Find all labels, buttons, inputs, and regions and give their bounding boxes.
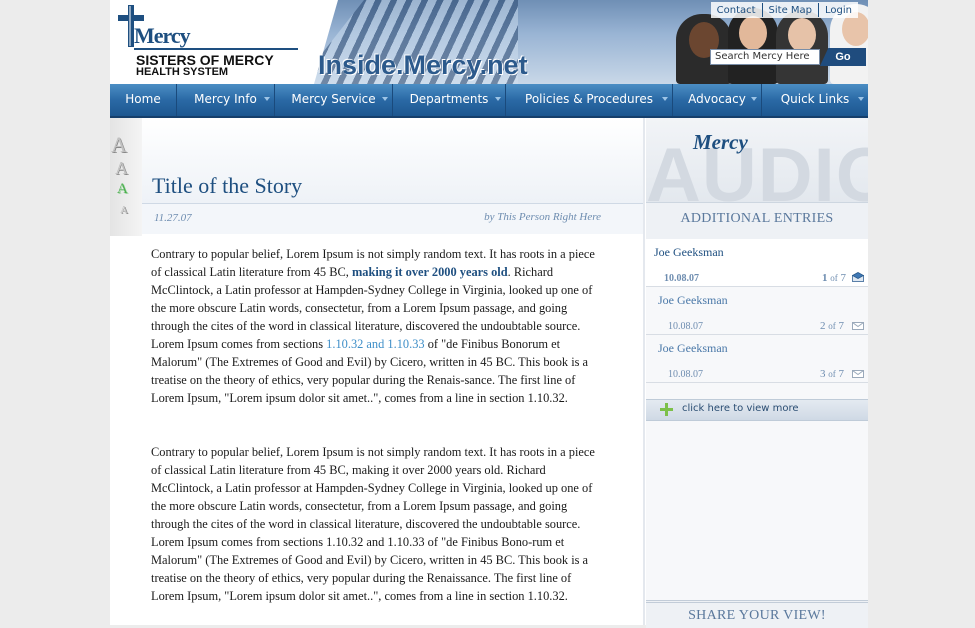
- entry-date: 10.08.07: [668, 321, 703, 332]
- entry-item[interactable]: Joe Geeksman 10.08.07 2 of 7: [646, 287, 868, 335]
- staff-photo: [728, 8, 778, 84]
- main-nav: Home Mercy Info Mercy Service Department…: [110, 84, 868, 118]
- share-your-view-bar[interactable]: SHARE YOUR VIEW!: [646, 600, 868, 628]
- font-size-medium-button[interactable]: A: [117, 181, 128, 198]
- article-paragraph: Contrary to popular belief, Lorem Ipsum …: [151, 245, 603, 407]
- story-byline: by This Person Right Here: [484, 211, 601, 223]
- go-button-label: Go: [835, 51, 851, 63]
- font-size-toolbar: A A A A: [110, 118, 142, 236]
- logo-subtitle-2: HEALTH SYSTEM: [136, 66, 229, 78]
- chevron-down-icon: [382, 97, 388, 101]
- envelope-icon[interactable]: [852, 320, 864, 330]
- share-your-view-title: SHARE YOUR VIEW!: [688, 608, 826, 623]
- nav-label: Mercy Service: [291, 92, 376, 106]
- page-title: Title of the Story: [152, 173, 303, 198]
- nav-quick-links[interactable]: Quick Links: [762, 84, 868, 116]
- audio-brand: Mercy: [693, 130, 748, 154]
- entry-author: Joe Geeksman: [658, 341, 728, 355]
- additional-entries-title: ADDITIONAL ENTRIES: [680, 211, 834, 226]
- entry-total: 7: [840, 272, 847, 284]
- inline-link[interactable]: making it over 2000 years old: [352, 265, 508, 279]
- entry-count: 3 of 7: [820, 368, 844, 380]
- chevron-down-icon: [264, 97, 270, 101]
- view-more-button[interactable]: click here to view more: [646, 399, 868, 421]
- chevron-down-icon: [495, 97, 501, 101]
- search-input[interactable]: Search Mercy Here: [710, 49, 820, 65]
- entry-author: Joe Geeksman: [654, 245, 724, 259]
- entry-date: 10.08.07: [668, 369, 703, 380]
- entry-number: 2: [820, 320, 826, 332]
- nav-mercy-info[interactable]: Mercy Info: [177, 84, 275, 116]
- entry-number: 1: [822, 272, 828, 284]
- chevron-down-icon: [751, 97, 757, 101]
- nav-label: Policies & Procedures: [525, 92, 653, 106]
- chevron-down-icon: [858, 97, 864, 101]
- audio-watermark: AUDIO: [646, 133, 868, 203]
- inline-link[interactable]: 1.10.32 and 1.10.33: [326, 337, 424, 351]
- mercy-audio-banner: AUDIO Mercy: [646, 118, 868, 202]
- nav-label: Mercy Info: [194, 92, 257, 106]
- article-paragraph: Contrary to popular belief, Lorem Ipsum …: [151, 445, 595, 603]
- sidebar: AUDIO Mercy ADDITIONAL ENTRIES Joe Geeks…: [646, 118, 868, 628]
- font-size-xlarge-button[interactable]: A: [111, 132, 127, 158]
- nav-mercy-service[interactable]: Mercy Service: [275, 84, 393, 116]
- plus-icon: [660, 403, 673, 416]
- view-more-label: click here to view more: [682, 403, 799, 414]
- logo[interactable]: Mercy SISTERS OF MERCY HEALTH SYSTEM: [110, 0, 315, 84]
- header: Mercy SISTERS OF MERCY HEALTH SYSTEM Ins…: [110, 0, 868, 84]
- entry-of: of: [828, 321, 836, 331]
- staff-photo: [776, 10, 828, 84]
- nav-label: Home: [125, 92, 161, 106]
- login-link[interactable]: Login: [819, 5, 858, 16]
- entry-author: Joe Geeksman: [658, 293, 728, 307]
- entry-total: 7: [838, 320, 845, 332]
- site-title: Inside.Mercy.net: [318, 50, 528, 80]
- nav-advocacy[interactable]: Advocacy: [673, 84, 762, 116]
- entry-count: 1 of 7: [822, 272, 846, 284]
- nav-label: Quick Links: [780, 92, 850, 106]
- nav-label: Advocacy: [688, 92, 746, 106]
- open-envelope-icon[interactable]: [852, 272, 864, 282]
- chevron-down-icon: [662, 97, 668, 101]
- entry-date: 10.08.07: [664, 273, 699, 284]
- entry-of: of: [830, 273, 838, 283]
- utility-links: Contact Site Map Login: [710, 2, 858, 18]
- column-divider: [643, 118, 645, 625]
- entry-count: 2 of 7: [820, 320, 844, 332]
- nav-home[interactable]: Home: [110, 84, 177, 116]
- site-map-link[interactable]: Site Map: [763, 5, 818, 16]
- logo-word: Mercy: [134, 23, 191, 48]
- entry-total: 7: [838, 368, 845, 380]
- page: Mercy SISTERS OF MERCY HEALTH SYSTEM Ins…: [110, 0, 868, 628]
- nav-policies-procedures[interactable]: Policies & Procedures: [506, 84, 673, 116]
- envelope-icon[interactable]: [852, 368, 864, 378]
- nav-departments[interactable]: Departments: [393, 84, 506, 116]
- entry-item[interactable]: Joe Geeksman 10.08.07 3 of 7: [646, 335, 868, 383]
- story-date: 11.27.07: [154, 212, 192, 224]
- font-size-small-button[interactable]: A: [120, 204, 128, 216]
- entry-item[interactable]: Joe Geeksman 10.08.07 1 of 7: [646, 239, 868, 287]
- entry-of: of: [828, 369, 836, 379]
- contact-link[interactable]: Contact: [711, 5, 762, 16]
- nav-label: Departments: [409, 92, 489, 106]
- font-size-large-button[interactable]: A: [115, 158, 128, 179]
- entry-number: 3: [820, 368, 826, 380]
- logo-rule: [134, 48, 302, 50]
